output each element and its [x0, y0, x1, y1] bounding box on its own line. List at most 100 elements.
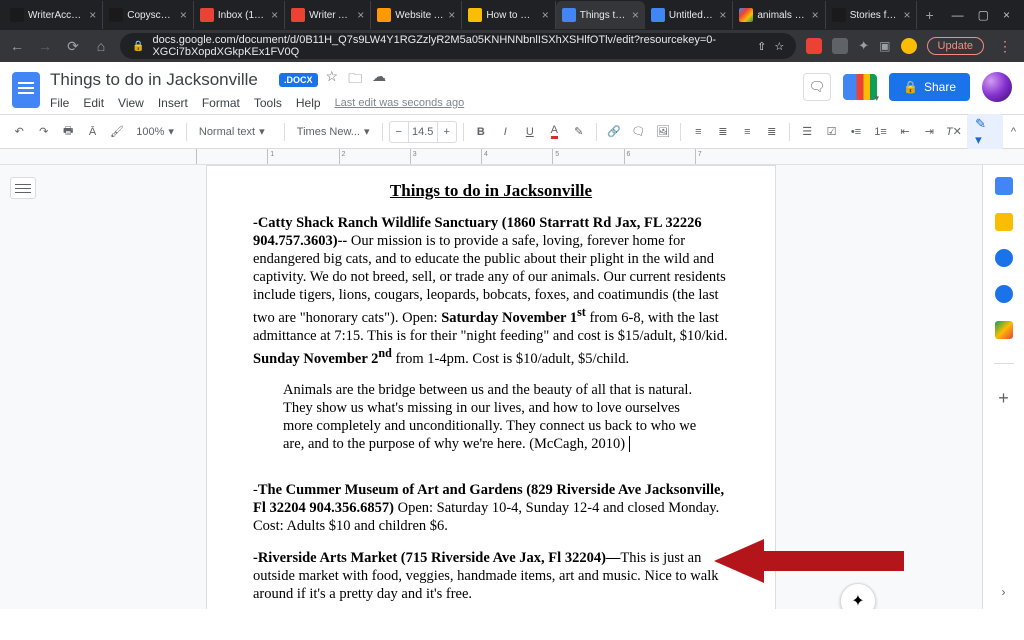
bold-icon[interactable]: B [470, 120, 492, 144]
browser-tab-active[interactable]: Things to d× [556, 1, 645, 29]
close-window-icon[interactable]: × [1003, 8, 1010, 22]
close-icon[interactable]: × [542, 8, 549, 22]
text-color-icon[interactable]: A [543, 120, 565, 144]
profile-icon[interactable] [901, 38, 917, 54]
style-select[interactable]: Normal text▾ [193, 120, 278, 144]
update-button[interactable]: Update [927, 37, 984, 55]
browser-tab[interactable]: Inbox (163)× [194, 1, 285, 29]
browser-tab[interactable]: How to Mak× [462, 1, 555, 29]
menu-tools[interactable]: Tools [254, 96, 282, 110]
collapse-panel-icon[interactable]: › [1002, 585, 1006, 599]
calendar-icon[interactable] [995, 177, 1013, 195]
close-icon[interactable]: × [89, 8, 96, 22]
menu-edit[interactable]: Edit [83, 96, 104, 110]
paint-format-icon[interactable]: 🖌 [106, 120, 128, 144]
keep-icon[interactable] [995, 213, 1013, 231]
browser-tab[interactable]: WriterAccess× [4, 1, 103, 29]
close-icon[interactable]: × [448, 8, 455, 22]
zoom-select[interactable]: 100%▾ [130, 120, 180, 144]
docs-home-icon[interactable] [12, 72, 40, 108]
close-icon[interactable]: × [357, 8, 364, 22]
outline-toggle-icon[interactable] [10, 177, 36, 199]
move-icon[interactable]: 🗀 [348, 68, 362, 92]
menu-view[interactable]: View [118, 96, 144, 110]
star-icon[interactable]: ☆ [326, 68, 339, 92]
explore-button[interactable]: ✦ [840, 583, 876, 609]
increase-indent-icon[interactable]: ⇥ [918, 120, 940, 144]
extension-icon[interactable] [832, 38, 848, 54]
close-icon[interactable]: × [632, 8, 639, 22]
highlight-icon[interactable]: ✎ [567, 120, 589, 144]
undo-icon[interactable]: ↶ [8, 120, 30, 144]
close-icon[interactable]: × [903, 8, 910, 22]
increase-font-icon[interactable]: + [438, 126, 456, 138]
checklist-icon[interactable]: ☑ [820, 120, 842, 144]
clear-formatting-icon[interactable]: T✕ [943, 120, 965, 144]
extension-icon[interactable] [806, 38, 822, 54]
menu-format[interactable]: Format [202, 96, 240, 110]
underline-icon[interactable]: U [519, 120, 541, 144]
browser-tab[interactable]: Writer Acc× [285, 1, 371, 29]
forward-icon[interactable]: → [36, 38, 54, 54]
maps-icon[interactable] [995, 321, 1013, 339]
comment-history-icon[interactable]: 🗨 [803, 73, 831, 101]
insert-image-icon[interactable]: 🖼 [652, 120, 674, 144]
browser-tab[interactable]: animals are× [733, 1, 825, 29]
share-url-icon[interactable]: ⇧ [757, 40, 766, 53]
ruler[interactable] [0, 149, 1024, 165]
align-justify-icon[interactable]: ≣ [761, 120, 783, 144]
italic-icon[interactable]: I [494, 120, 516, 144]
line-spacing-icon[interactable]: ☰ [796, 120, 818, 144]
menu-help[interactable]: Help [296, 96, 321, 110]
address-bar[interactable]: 🔒 docs.google.com/document/d/0B11H_Q7s9L… [120, 33, 796, 59]
contacts-icon[interactable] [995, 285, 1013, 303]
add-comment-icon[interactable]: 🗨 [627, 120, 649, 144]
bookmark-icon[interactable]: ☆ [774, 40, 784, 53]
account-avatar[interactable] [982, 72, 1012, 102]
back-icon[interactable]: ← [8, 38, 26, 54]
chrome-menu-icon[interactable]: ⋮ [994, 38, 1016, 55]
hide-menus-icon[interactable]: ^ [1011, 126, 1016, 138]
meet-button[interactable] [843, 74, 877, 100]
reload-icon[interactable]: ⟳ [64, 38, 82, 55]
share-button[interactable]: 🔒Share [889, 73, 970, 101]
decrease-indent-icon[interactable]: ⇤ [894, 120, 916, 144]
font-size-control[interactable]: − 14.5 + [389, 121, 457, 143]
add-on-icon[interactable]: + [998, 388, 1009, 409]
numbered-list-icon[interactable]: 1≡ [869, 120, 891, 144]
menu-file[interactable]: File [50, 96, 69, 110]
align-left-icon[interactable]: ≡ [687, 120, 709, 144]
menu-insert[interactable]: Insert [158, 96, 188, 110]
align-right-icon[interactable]: ≡ [736, 120, 758, 144]
extensions-menu-icon[interactable]: ✦ [858, 38, 869, 54]
close-icon[interactable]: × [812, 8, 819, 22]
bookmarks-icon[interactable]: ▣ [879, 39, 890, 53]
print-icon[interactable]: 🖶 [57, 120, 79, 144]
bulleted-list-icon[interactable]: •≡ [845, 120, 867, 144]
document-canvas[interactable]: Things to do in Jacksonville -Catty Shac… [46, 165, 936, 609]
close-icon[interactable]: × [719, 8, 726, 22]
maximize-icon[interactable]: ▢ [978, 8, 989, 22]
insert-link-icon[interactable]: 🔗 [603, 120, 625, 144]
decrease-font-icon[interactable]: − [390, 126, 408, 138]
font-size-value[interactable]: 14.5 [408, 122, 438, 142]
browser-tab[interactable]: Untitled do× [645, 1, 734, 29]
close-icon[interactable]: × [271, 8, 278, 22]
redo-icon[interactable]: ↷ [32, 120, 54, 144]
browser-tab[interactable]: Stories fron× [826, 1, 918, 29]
new-tab-button[interactable]: + [917, 7, 941, 23]
browser-tab[interactable]: Website Au× [371, 1, 462, 29]
browser-tab[interactable]: Copyscape× [103, 1, 194, 29]
tasks-icon[interactable] [995, 249, 1013, 267]
close-icon[interactable]: × [180, 8, 187, 22]
minimize-icon[interactable]: — [952, 8, 964, 22]
align-center-icon[interactable]: ≣ [712, 120, 734, 144]
font-select[interactable]: Times New...▾ [291, 120, 376, 144]
home-icon[interactable]: ⌂ [92, 38, 110, 54]
lock-icon: 🔒 [132, 41, 144, 52]
document-title-input[interactable] [50, 70, 271, 90]
cloud-icon[interactable]: ☁ [372, 68, 386, 92]
editing-mode-button[interactable]: ✎ ▾ [967, 114, 1003, 150]
spellcheck-icon[interactable]: Ā [81, 120, 103, 144]
last-edit-link[interactable]: Last edit was seconds ago [335, 97, 465, 109]
